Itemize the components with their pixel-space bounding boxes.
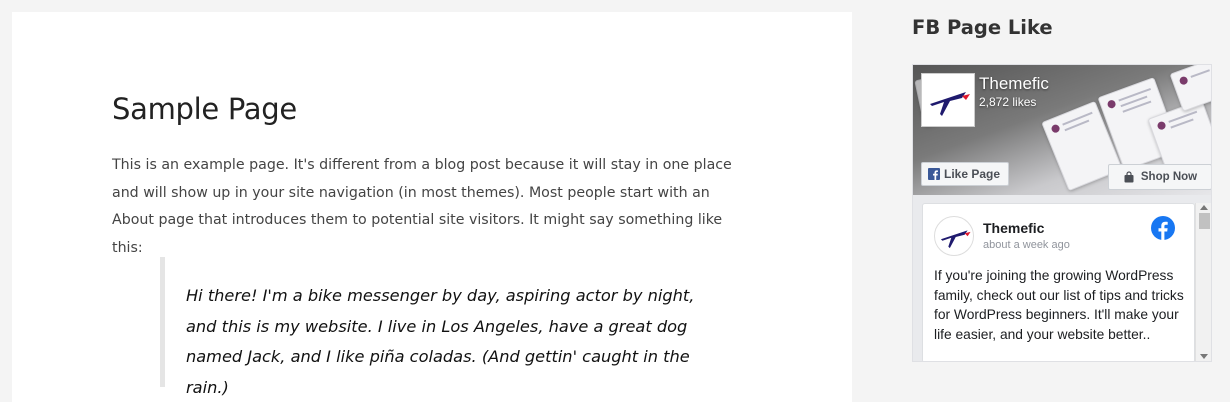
fb-page-name[interactable]: Themefic [979, 74, 1049, 94]
scroll-up-icon[interactable] [1200, 205, 1208, 210]
scrollbar-thumb[interactable] [1199, 213, 1210, 229]
page-avatar[interactable] [921, 73, 975, 127]
post-avatar[interactable] [934, 216, 974, 256]
page-title: Sample Page [112, 92, 297, 126]
shop-now-button[interactable]: Shop Now [1108, 164, 1211, 190]
fb-page-widget: Themefic 2,872 likes Like Page Shop Now … [912, 64, 1212, 362]
post-author[interactable]: Themefic [983, 220, 1044, 236]
widget-title: FB Page Like [912, 16, 1053, 39]
post-text: If you're joining the growing WordPress … [934, 268, 1184, 342]
post-scrollbar[interactable] [1195, 203, 1211, 361]
fb-cover-photo[interactable]: Themefic 2,872 likes Like Page Shop Now [913, 65, 1211, 195]
post-timestamp[interactable]: about a week ago [983, 239, 1070, 251]
fb-post: Themefic about a week ago If you're join… [922, 203, 1195, 361]
like-page-label: Like Page [944, 167, 1001, 181]
facebook-circle-icon[interactable] [1151, 216, 1175, 240]
shopping-bag-icon [1124, 171, 1134, 183]
scroll-down-icon[interactable] [1200, 354, 1208, 359]
themefic-logo-icon [940, 230, 971, 249]
intro-paragraph: This is an example page. It's different … [112, 157, 732, 256]
blockquote: Hi there! I'm a bike messenger by day, a… [160, 257, 720, 397]
fb-like-count: 2,872 likes [979, 95, 1037, 109]
facebook-f-icon [928, 168, 940, 180]
shop-now-label: Shop Now [1140, 171, 1198, 183]
like-page-button[interactable]: Like Page [921, 162, 1010, 186]
page-content: Sample Page This is an example page. It'… [12, 12, 852, 402]
quote-text: Hi there! I'm a bike messenger by day, a… [186, 286, 695, 397]
cover-graphic [1169, 65, 1211, 112]
themefic-logo-icon [930, 92, 970, 116]
